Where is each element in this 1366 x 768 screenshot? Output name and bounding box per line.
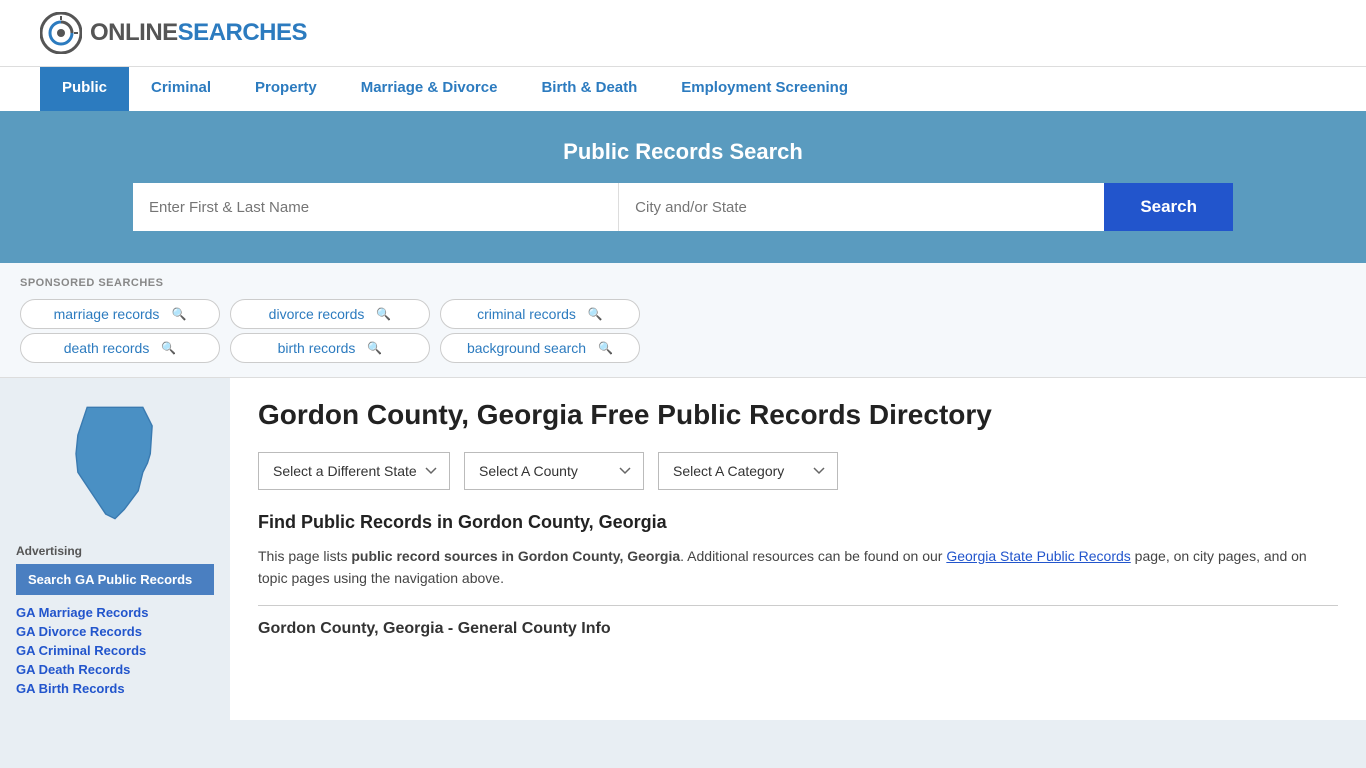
- search-banner: Public Records Search Search: [0, 111, 1366, 263]
- sponsored-section: SPONSORED SEARCHES marriage records 🔍 di…: [0, 263, 1366, 378]
- pill-marriage[interactable]: marriage records 🔍: [20, 299, 220, 329]
- search-icon-3: 🔍: [161, 341, 176, 355]
- header: ONLINESEARCHES: [0, 0, 1366, 66]
- logo: ONLINESEARCHES: [40, 12, 307, 54]
- county-dropdown[interactable]: Select A County: [464, 452, 644, 490]
- find-text-bold: public record sources in Gordon County, …: [351, 548, 680, 564]
- georgia-state-records-link[interactable]: Georgia State Public Records: [946, 548, 1130, 564]
- search-icon-5: 🔍: [598, 341, 613, 355]
- pill-birth-label: birth records: [278, 340, 356, 356]
- find-records-text: This page lists public record sources in…: [258, 545, 1338, 590]
- search-icon-0: 🔍: [171, 307, 186, 321]
- search-icon-2: 🔍: [588, 307, 603, 321]
- pill-background-label: background search: [467, 340, 586, 356]
- logo-online: ONLINE: [90, 19, 178, 46]
- sponsored-pills: marriage records 🔍 divorce records 🔍 cri…: [20, 299, 1346, 329]
- pill-death-label: death records: [64, 340, 150, 356]
- pill-criminal[interactable]: criminal records 🔍: [440, 299, 640, 329]
- nav-public[interactable]: Public: [40, 67, 129, 111]
- dropdowns-row: Select a Different State Select A County…: [258, 452, 1338, 490]
- sidebar-ad-label: Advertising: [16, 544, 214, 558]
- pill-birth[interactable]: birth records 🔍: [230, 333, 430, 363]
- search-icon-1: 🔍: [376, 307, 391, 321]
- name-input[interactable]: [133, 183, 619, 231]
- sidebar: Advertising Search GA Public Records GA …: [0, 378, 230, 720]
- georgia-state-shape: [55, 398, 175, 528]
- pill-divorce[interactable]: divorce records 🔍: [230, 299, 430, 329]
- category-dropdown[interactable]: Select A Category: [658, 452, 838, 490]
- pill-divorce-label: divorce records: [269, 306, 365, 322]
- nav-marriage-divorce[interactable]: Marriage & Divorce: [339, 67, 520, 111]
- sidebar-ad-highlight[interactable]: Search GA Public Records: [16, 564, 214, 595]
- find-text-1: This page lists: [258, 548, 351, 564]
- sidebar-link-criminal[interactable]: GA Criminal Records: [16, 643, 214, 658]
- county-info-header: Gordon County, Georgia - General County …: [258, 605, 1338, 638]
- nav-property[interactable]: Property: [233, 67, 339, 111]
- nav-criminal[interactable]: Criminal: [129, 67, 233, 111]
- search-banner-title: Public Records Search: [40, 139, 1326, 165]
- main-nav: Public Criminal Property Marriage & Divo…: [0, 66, 1366, 111]
- sidebar-link-divorce[interactable]: GA Divorce Records: [16, 624, 214, 639]
- sidebar-link-death[interactable]: GA Death Records: [16, 662, 214, 677]
- pill-marriage-label: marriage records: [54, 306, 160, 322]
- content-wrapper: Advertising Search GA Public Records GA …: [0, 378, 1366, 720]
- logo-text: ONLINESEARCHES: [90, 19, 307, 47]
- search-button[interactable]: Search: [1104, 183, 1233, 231]
- sponsored-label: SPONSORED SEARCHES: [20, 277, 1346, 289]
- logo-icon: [40, 12, 82, 54]
- search-form: Search: [133, 183, 1233, 231]
- sidebar-link-marriage[interactable]: GA Marriage Records: [16, 605, 214, 620]
- state-dropdown[interactable]: Select a Different State: [258, 452, 450, 490]
- search-icon-4: 🔍: [367, 341, 382, 355]
- location-input[interactable]: [619, 183, 1104, 231]
- nav-birth-death[interactable]: Birth & Death: [519, 67, 659, 111]
- nav-employment[interactable]: Employment Screening: [659, 67, 870, 111]
- sidebar-link-birth[interactable]: GA Birth Records: [16, 681, 214, 696]
- main-content: Gordon County, Georgia Free Public Recor…: [230, 378, 1366, 720]
- pill-death[interactable]: death records 🔍: [20, 333, 220, 363]
- page-title: Gordon County, Georgia Free Public Recor…: [258, 398, 1338, 432]
- sponsored-pills-2: death records 🔍 birth records 🔍 backgrou…: [20, 333, 1346, 363]
- find-records-title: Find Public Records in Gordon County, Ge…: [258, 512, 1338, 533]
- pill-background[interactable]: background search 🔍: [440, 333, 640, 363]
- pill-criminal-label: criminal records: [477, 306, 576, 322]
- logo-searches: SEARCHES: [178, 19, 307, 46]
- find-text-2: . Additional resources can be found on o…: [680, 548, 946, 564]
